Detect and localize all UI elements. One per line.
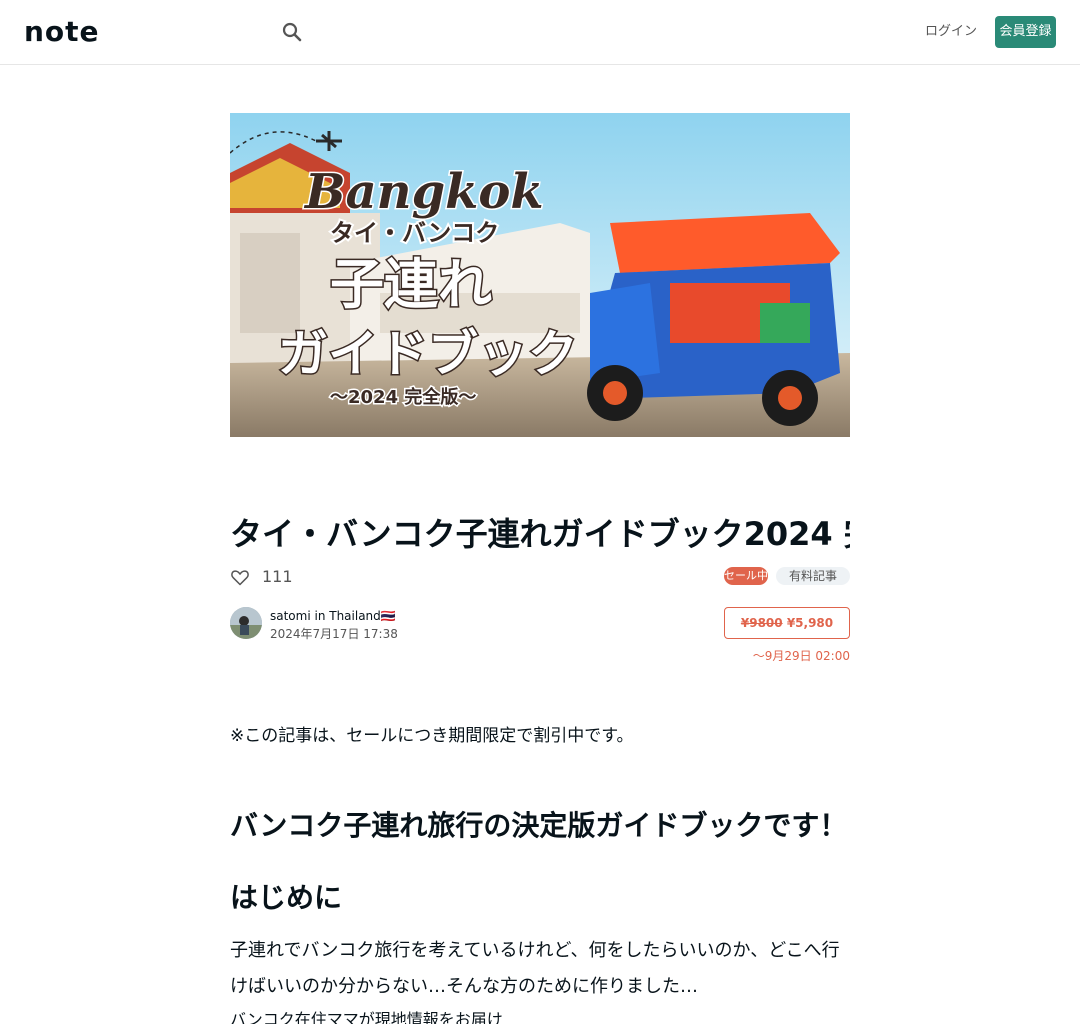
sale-notice: ※この記事は、セールにつき期間限定で割引中です。 [230, 726, 634, 746]
hero-line4: 〜2024 完全版〜 [330, 386, 476, 408]
intro-paragraph: 子連れでバンコク旅行を考えているけれど、何をしたらいいのか、どこへ行けばいいのか… [230, 940, 840, 997]
hero-image: Bangkok タイ・バンコク 子連れ ガイドブック 〜2024 完全版〜 [230, 113, 850, 437]
article-title: タイ・バンコク子連れガイドブック2024 完全版〜 [230, 515, 850, 553]
heart-icon[interactable] [230, 567, 250, 587]
sale-badge: セール中 [724, 567, 768, 585]
post-date: 2024年7月17日 17:38 [270, 627, 398, 641]
intro-paragraph-2: バンコク在住ママが現地情報をお届け [230, 1010, 503, 1024]
paid-badge: 有料記事 [776, 567, 850, 585]
original-price: ¥9800 [740, 616, 783, 630]
heading-main: バンコク子連れ旅行の決定版ガイドブックです！ [230, 809, 848, 842]
hero-line1: タイ・バンコク [330, 219, 499, 247]
site-header: note ログイン 会員登録 [0, 0, 1080, 65]
sale-end-time: 〜9月29日 02:00 [752, 649, 850, 663]
avatar[interactable] [230, 607, 262, 639]
purchase-button[interactable]: ¥9800 ¥5,980 [724, 607, 850, 639]
search-icon[interactable] [280, 20, 304, 44]
note-logo[interactable]: note [24, 18, 100, 46]
login-link[interactable]: ログイン [925, 22, 977, 42]
author-name[interactable]: satomi in Thailand🇹🇭 [270, 608, 396, 624]
signup-button[interactable]: 会員登録 [995, 16, 1056, 48]
hero-line3: ガイドブック [278, 325, 578, 383]
heading-intro: はじめに [230, 881, 343, 914]
like-row: 111 [230, 566, 293, 588]
sale-price: ¥5,980 [786, 616, 834, 630]
hero-script-title: Bangkok [303, 164, 544, 220]
like-count: 111 [262, 567, 293, 586]
hero-line2: 子連れ [330, 253, 492, 316]
